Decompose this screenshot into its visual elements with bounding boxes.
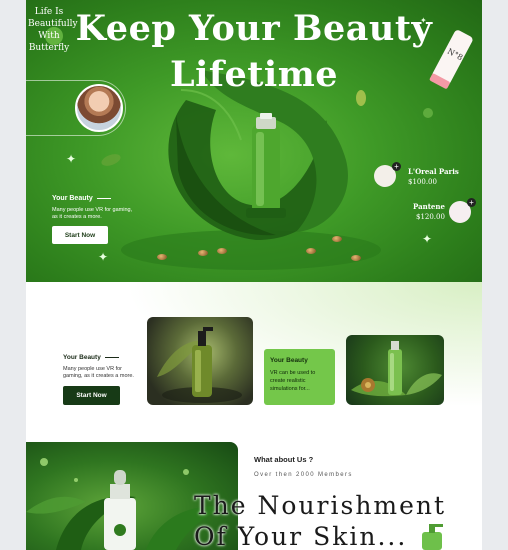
- hero-info: Your Beauty Many people use VR for gamin…: [52, 195, 138, 221]
- product-price: $100.00: [408, 178, 437, 186]
- sparkle-icon: ✦: [98, 250, 109, 264]
- hero-banner: Keep Your Beauty Lifetime N°8 Life Is Be…: [26, 0, 482, 282]
- hero-info-text: Many people use VR for gaming, as it cre…: [52, 207, 133, 220]
- sparkle-icon: ✦: [422, 232, 433, 246]
- add-icon[interactable]: +: [467, 198, 476, 207]
- add-icon[interactable]: +: [392, 162, 401, 171]
- members-count: Over then 2000 Members: [254, 472, 353, 478]
- pump-bottle-icon: [422, 524, 443, 550]
- product-pantene: Pantene $120.00: [413, 202, 445, 222]
- landing-page: Keep Your Beauty Lifetime N°8 Life Is Be…: [26, 0, 482, 550]
- card-text: VR can be used to create realistic simul…: [270, 370, 316, 392]
- orb-decoration: [157, 254, 167, 260]
- product-image-bottle: [346, 335, 444, 405]
- sparkle-icon: ✦: [420, 16, 427, 25]
- product-name: Pantene: [413, 202, 445, 211]
- about-heading: What about Us ?: [254, 455, 314, 464]
- hero-info-heading: Your Beauty: [52, 195, 111, 202]
- testimonial-text: Life Is Beautifully With Butterfly: [28, 7, 78, 53]
- feature-card: Your Beauty VR can be used to create rea…: [264, 349, 335, 405]
- product-name: L'Oreal Paris: [408, 167, 459, 176]
- start-now-button[interactable]: Start Now: [63, 386, 120, 405]
- orb-decoration: [351, 255, 361, 261]
- product-loreal: L'Oreal Paris $100.00: [408, 167, 459, 187]
- product-image-serum: [147, 317, 253, 405]
- orb-decoration: [306, 248, 316, 254]
- hero-title-line1: Keep Your Beauty: [75, 8, 433, 49]
- feature-text: Many people use VR for gaming, as it cre…: [63, 366, 134, 379]
- start-now-button[interactable]: Start Now: [52, 226, 108, 244]
- card-heading: Your Beauty: [270, 357, 308, 364]
- orb-decoration: [332, 236, 342, 242]
- orb-decoration: [217, 248, 227, 254]
- feature-section: Your Beauty Many people use VR for gamin…: [26, 282, 482, 442]
- about-title-line1: The Nourishment: [194, 491, 447, 520]
- about-section: What about Us ? Over then 2000 Members T…: [26, 442, 482, 550]
- sparkle-icon: ✦: [66, 152, 77, 166]
- product-price: $120.00: [415, 213, 445, 221]
- feature-heading: Your Beauty: [63, 354, 119, 361]
- avatar: [75, 84, 123, 132]
- orb-decoration: [198, 250, 208, 256]
